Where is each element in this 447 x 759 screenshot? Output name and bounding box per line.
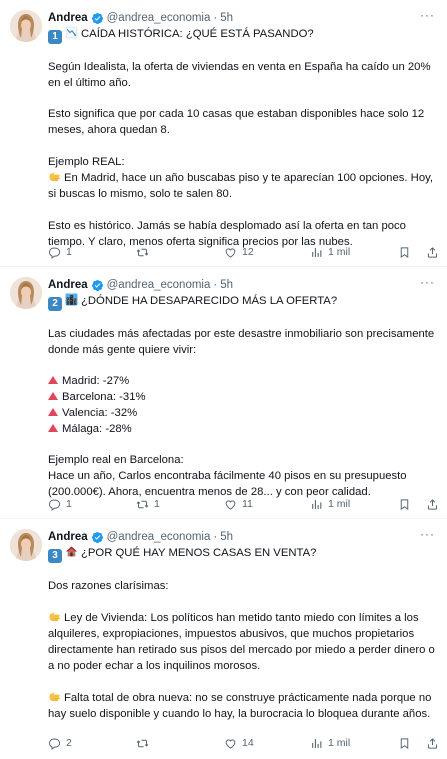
retweet-button[interactable]: 1 (136, 498, 160, 511)
like-button[interactable]: 11 (224, 498, 253, 511)
avatar[interactable] (10, 277, 42, 309)
red-triangle-icon (48, 407, 58, 416)
city-item: Málaga: -28% (48, 422, 438, 438)
more-options-icon[interactable]: ··· (420, 275, 435, 289)
avatar[interactable] (10, 10, 42, 42)
views-button[interactable]: 1 mil (310, 498, 350, 511)
author-name[interactable]: Andrea (48, 279, 88, 291)
share-button[interactable] (426, 246, 444, 259)
like-button[interactable]: 14 (224, 737, 254, 750)
retweet-icon (136, 737, 149, 750)
cityscape-icon (65, 293, 78, 306)
views-button[interactable]: 1 mil (310, 246, 350, 259)
reason-item: Falta total de obra nueva: no se constru… (48, 690, 435, 721)
timestamp[interactable]: 5h (220, 279, 233, 291)
views-button[interactable]: 1 mil (310, 737, 350, 750)
tweet-text: 2 ¿DÓNDE HA DESAPARECIDO MÁS LA OFERTA? L… (48, 293, 438, 501)
heart-icon (224, 498, 237, 511)
heart-icon (224, 246, 237, 259)
tweet-text: 1 CAÍDA HISTÓRICA: ¿QUÉ ESTÁ PASANDO? Seg… (48, 26, 438, 250)
tweet-header: Andrea @andrea_economia · 5h (48, 528, 233, 546)
tweet-title: 1 CAÍDA HISTÓRICA: ¿QUÉ ESTÁ PASANDO? (48, 26, 438, 44)
pointing-hand-icon (48, 170, 61, 183)
paragraph: Ejemplo real en Barcelona: (48, 454, 184, 467)
separator-dot: · (213, 531, 218, 543)
heart-icon (224, 737, 237, 750)
tweet-actions: 1 12 1 mil (48, 244, 440, 260)
chart-decreasing-icon (65, 26, 78, 39)
reply-icon (48, 737, 61, 750)
bookmark-button[interactable] (398, 246, 416, 259)
number-1-icon: 1 (48, 30, 62, 44)
bookmark-icon (398, 498, 411, 511)
pointing-hand-icon (48, 690, 61, 703)
share-icon (426, 737, 439, 750)
reply-button[interactable]: 2 (48, 737, 72, 750)
tweet-1[interactable]: Andrea @andrea_economia · 5h ··· 1 CAÍDA … (0, 0, 447, 266)
tweet-actions: 2 14 1 mil (48, 735, 440, 751)
share-icon (426, 246, 439, 259)
reason-item: Ley de Vivienda: Los políticos han metid… (48, 610, 438, 672)
more-options-icon[interactable]: ··· (420, 527, 435, 541)
verified-badge-icon (91, 12, 104, 25)
retweet-button[interactable] (136, 737, 154, 750)
timestamp[interactable]: 5h (220, 12, 233, 24)
like-button[interactable]: 12 (224, 246, 254, 259)
tweet-2[interactable]: Andrea @andrea_economia · 5h ··· 2 ¿DÓNDE… (0, 267, 447, 517)
house-icon (65, 545, 78, 558)
red-triangle-icon (48, 391, 58, 400)
tweet-title: 3 ¿POR QUÉ HAY MENOS CASAS EN VENTA? (48, 545, 438, 563)
number-2-icon: 2 (48, 297, 62, 311)
author-name[interactable]: Andrea (48, 531, 88, 543)
reply-icon (48, 498, 61, 511)
reply-button[interactable]: 1 (48, 498, 72, 511)
paragraph: En Madrid, hace un año buscabas piso y t… (48, 170, 437, 201)
bookmark-icon (398, 246, 411, 259)
paragraph: Las ciudades más afectadas por este desa… (48, 327, 438, 356)
analytics-icon (310, 498, 323, 511)
bookmark-icon (398, 737, 411, 750)
timestamp[interactable]: 5h (220, 531, 233, 543)
bookmark-button[interactable] (398, 737, 416, 750)
share-button[interactable] (426, 498, 444, 511)
tweet-3[interactable]: Andrea @andrea_economia · 5h ··· 3 ¿POR Q… (0, 519, 447, 759)
share-button[interactable] (426, 737, 444, 750)
verified-badge-icon (91, 531, 104, 544)
analytics-icon (310, 246, 323, 259)
tweet-header: Andrea @andrea_economia · 5h (48, 9, 233, 27)
red-triangle-icon (48, 423, 58, 432)
author-handle[interactable]: @andrea_economia (107, 279, 211, 291)
avatar[interactable] (10, 529, 42, 561)
analytics-icon (310, 737, 323, 750)
paragraph: Según Idealista, la oferta de viviendas … (48, 60, 434, 89)
reply-button[interactable]: 1 (48, 246, 72, 259)
separator-dot: · (213, 279, 218, 291)
separator-dot: · (213, 12, 218, 24)
city-item: Madrid: -27% (48, 374, 438, 390)
tweet-actions: 1 1 11 1 mil (48, 496, 440, 512)
author-handle[interactable]: @andrea_economia (107, 12, 211, 24)
paragraph: Dos razones clarísimas: (48, 579, 169, 592)
reply-icon (48, 246, 61, 259)
retweet-icon (136, 246, 149, 259)
more-options-icon[interactable]: ··· (420, 8, 435, 22)
author-handle[interactable]: @andrea_economia (107, 531, 211, 543)
share-icon (426, 498, 439, 511)
tweet-title: 2 ¿DÓNDE HA DESAPARECIDO MÁS LA OFERTA? (48, 293, 438, 311)
retweet-button[interactable] (136, 246, 154, 259)
red-triangle-icon (48, 376, 58, 385)
city-item: Barcelona: -31% (48, 390, 438, 406)
bookmark-button[interactable] (398, 498, 416, 511)
city-item: Valencia: -32% (48, 406, 438, 422)
verified-badge-icon (91, 279, 104, 292)
pointing-hand-icon (48, 610, 61, 623)
paragraph: Esto significa que por cada 10 casas que… (48, 108, 428, 136)
tweet-header: Andrea @andrea_economia · 5h (48, 276, 233, 294)
tweet-text: 3 ¿POR QUÉ HAY MENOS CASAS EN VENTA? Dos … (48, 545, 438, 723)
paragraph: Ejemplo REAL: (48, 155, 125, 168)
author-name[interactable]: Andrea (48, 12, 88, 24)
number-3-icon: 3 (48, 549, 62, 563)
retweet-icon (136, 498, 149, 511)
